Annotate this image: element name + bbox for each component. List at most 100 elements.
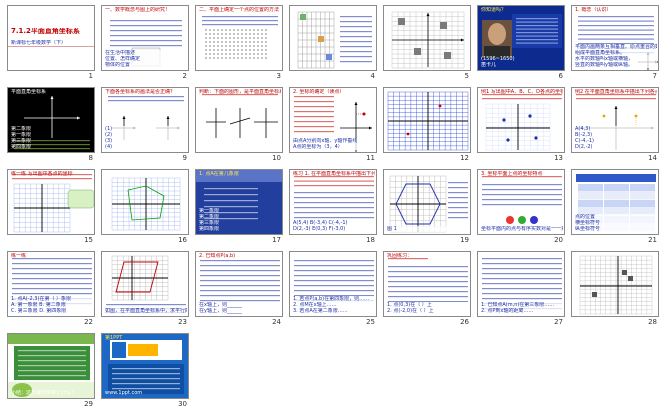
slide-title: 7.1.2平面直角坐标系 bbox=[11, 28, 80, 34]
slide-number: 23 bbox=[178, 318, 187, 326]
slide-thumbnail[interactable]: 如图，在平面直角坐标系中，求平行四边形的顶点坐标 bbox=[101, 251, 189, 317]
slide-thumbnail-cell[interactable]: 练一练 1. 点A(-2,3)在第（ ）象限 A. 第一象限 B. 第二象限 C. 第… bbox=[3, 249, 99, 327]
slide-title: 练一练 写出图中各点的坐标 bbox=[11, 171, 73, 177]
slide-title: 2. 坐标的确定（读点） bbox=[293, 89, 345, 95]
slide-number: 18 bbox=[366, 236, 375, 244]
slide-thumbnail-cell[interactable]: 12 bbox=[379, 85, 475, 163]
slide-thumbnail-cell[interactable]: 4 bbox=[285, 3, 381, 81]
slide-thumbnail[interactable]: 7.1.2平面直角坐标系 新课标七年级数学（下） bbox=[7, 5, 95, 71]
slide-thumbnail-cell[interactable]: 1. 若点P(a,b)在第四象限，则…… 2. 点M在x轴上…… 3. 若点A在第二… bbox=[285, 249, 381, 327]
slide-thumbnail-cell[interactable]: 二、平面上确定一个点的位置的方法 3 bbox=[191, 3, 287, 81]
slide-thumbnail-cell[interactable]: 图 1 19 bbox=[379, 167, 475, 245]
slide-thumbnail-cell[interactable]: 7.1.2平面直角坐标系 新课标七年级数学（下） 1 bbox=[3, 3, 99, 81]
slide-thumbnail-cell[interactable]: 1. 概念（认识）平面内画两条互相垂直、原点重合的数轴，组成平面直角坐标系。水平… bbox=[567, 3, 660, 81]
slide-thumbnail-cell[interactable]: 5 bbox=[379, 3, 475, 81]
slide-text-line: D(2,-3) E(0,3) F(-3,0) bbox=[293, 226, 375, 232]
slide-preview-graphic bbox=[8, 170, 94, 234]
slide-preview-graphic bbox=[387, 91, 469, 151]
slide-number: 14 bbox=[648, 154, 657, 162]
slide-text-line: 第四象限 bbox=[11, 144, 32, 150]
slide-thumbnail-cell[interactable]: 例2 在平面直角坐标系中描出下列各点 A(4,3) B(-2,3) C(-4,-1) D… bbox=[567, 85, 660, 163]
slide-thumbnail-cell[interactable]: 如图，在平面直角坐标系中，求平行四边形的顶点坐标 23 bbox=[97, 249, 193, 327]
slide-thumbnail[interactable]: 例2 在平面直角坐标系中描出下列各点 A(4,3) B(-2,3) C(-4,-1) D… bbox=[571, 87, 659, 153]
slide-number: 7 bbox=[652, 72, 657, 80]
slide-thumbnail[interactable]: 练一练 1. 点A(-2,3)在第（ ）象限 A. 第一象限 B. 第二象限 C. 第… bbox=[7, 251, 95, 317]
slide-thumbnail[interactable]: 平面直角坐标系 第二象限 第一象限 第三象限 第四象限 bbox=[7, 87, 95, 153]
slide-title: 3. 坐标平面上点的坐标特点 bbox=[481, 171, 543, 177]
slide-text-line: 纵坐标符号 bbox=[575, 226, 657, 232]
slide-text-line: 图 1 bbox=[387, 226, 469, 232]
slide-thumbnail[interactable]: 1. 点A在第几象限 第一象限 第二象限 第三象限 第四象限 bbox=[195, 169, 283, 235]
slide-thumbnail[interactable] bbox=[383, 5, 471, 71]
slide-title: 你知道吗？ bbox=[481, 7, 507, 13]
slide-thumbnail[interactable]: 你知道吗？ (1596~1650) 笛卡儿 bbox=[477, 5, 565, 71]
slide-text-line: A点的坐标为（3，4） bbox=[293, 144, 375, 150]
slide-thumbnail-cell[interactable]: 28 bbox=[567, 249, 660, 327]
slide-number: 25 bbox=[366, 318, 375, 326]
slide-title: 2. 已知点P(a,b) bbox=[199, 253, 236, 259]
slide-thumbnail[interactable]: 图 1 bbox=[383, 169, 471, 235]
slide-thumbnail-cell[interactable]: 巩固练习： 1. 点(0,3)在（ ）上 2. 点(-2,0)在（ ）上 26 bbox=[379, 249, 475, 327]
slide-thumbnail-cell[interactable]: 第1PPT www.1ppt.com 30 bbox=[97, 331, 193, 409]
slide-title: 练一练 bbox=[11, 253, 27, 259]
slide-thumbnail[interactable] bbox=[571, 251, 659, 317]
slide-thumbnail-cell[interactable]: 下面各坐标系的画法是否正确？ (1) (2) (3) (4) 9 bbox=[97, 85, 193, 163]
slide-thumbnail[interactable]: 2. 已知点P(a,b) 在x轴上，则______ 在y轴上，则______ bbox=[195, 251, 283, 317]
slide-title: 1. 点A在第几象限 bbox=[199, 171, 239, 177]
slide-thumbnail-cell[interactable]: 判断：下面的图形，是平面直角坐标系的是（ ） 10 bbox=[191, 85, 287, 163]
slide-thumbnail[interactable]: 下面各坐标系的画法是否正确？ (1) (2) (3) (4) bbox=[101, 87, 189, 153]
slide-thumbnail[interactable]: 第1PPT www.1ppt.com bbox=[101, 333, 189, 399]
slide-thumbnail-cell[interactable]: 2. 已知点P(a,b) 在x轴上，则______ 在y轴上，则______ 24 bbox=[191, 249, 287, 327]
slide-thumbnail-cell[interactable]: 16 bbox=[97, 167, 193, 245]
slide-thumbnail[interactable]: 小结：这节课你学到了什么？ bbox=[7, 333, 95, 399]
slide-thumbnail-cell[interactable]: 点的位置 横坐标符号 纵坐标符号 21 bbox=[567, 167, 660, 245]
slide-preview-graphic bbox=[8, 6, 94, 70]
slide-thumbnail-cell[interactable]: 1. 点A在第几象限 第一象限 第二象限 第三象限 第四象限 17 bbox=[191, 167, 287, 245]
slide-text-line: 2. 点(-2,0)在（ ）上 bbox=[387, 308, 469, 314]
slide-number: 6 bbox=[558, 72, 563, 80]
slide-thumbnail-cell[interactable]: 一、数学概念与图上的研究！ 在生活中描述 位置、怎样确定 物体的位置 2 bbox=[97, 3, 193, 81]
slide-title: 巩固练习： bbox=[387, 253, 413, 259]
slide-thumbnail[interactable]: 点的位置 横坐标符号 纵坐标符号 bbox=[571, 169, 659, 235]
slide-thumbnail[interactable]: 3. 坐标平面上点的坐标特点坐标平面内的点与有序实数对是一一对应的 bbox=[477, 169, 565, 235]
slide-thumbnail[interactable]: 1. 若点P(a,b)在第四象限，则…… 2. 点M在x轴上…… 3. 若点A在第二… bbox=[289, 251, 377, 317]
slide-thumbnail-cell[interactable]: 平面直角坐标系 第二象限 第一象限 第三象限 第四象限 8 bbox=[3, 85, 99, 163]
slide-text-line: 如图，在平面直角坐标系中，求平行四边形的顶点坐标 bbox=[105, 308, 187, 314]
slide-text-line: C. 第三象限 D. 第四象限 bbox=[11, 308, 93, 314]
slide-thumbnail[interactable]: 例1 写出图中A、B、C、D各点的坐标 bbox=[477, 87, 565, 153]
slide-title: 第1PPT bbox=[105, 335, 123, 341]
slide-thumbnail[interactable] bbox=[101, 169, 189, 235]
slide-thumbnail[interactable]: 1. 已知点A(m,n)在第三象限…… 2. 点P到x轴的距离…… bbox=[477, 251, 565, 317]
slide-thumbnail-cell[interactable]: 3. 坐标平面上点的坐标特点坐标平面内的点与有序实数对是一一对应的20 bbox=[473, 167, 569, 245]
slide-thumbnail-cell[interactable]: 小结：这节课你学到了什么？ 29 bbox=[3, 331, 99, 409]
slide-title: 二、平面上确定一个点的位置的方法 bbox=[199, 7, 280, 13]
slide-text-line: 小结：这节课你学到了什么？ bbox=[11, 390, 77, 396]
slide-thumbnail[interactable] bbox=[289, 5, 377, 71]
slide-text-line: 在y轴上，则______ bbox=[199, 308, 281, 314]
slide-preview-graphic bbox=[572, 252, 658, 316]
slide-thumbnail[interactable] bbox=[383, 87, 471, 153]
slide-thumbnail-cell[interactable]: 你知道吗？ (1596~1650) 笛卡儿 6 bbox=[473, 3, 569, 81]
slide-thumbnail[interactable]: 2. 坐标的确定（读点） 由点A分别向x轴、y轴作垂线 A点的坐标为（3，4） bbox=[289, 87, 377, 153]
slide-thumbnail[interactable]: 1. 概念（认识）平面内画两条互相垂直、原点重合的数轴，组成平面直角坐标系。水平… bbox=[571, 5, 659, 71]
slide-thumbnail-cell[interactable]: 例1 写出图中A、B、C、D各点的坐标 13 bbox=[473, 85, 569, 163]
slide-number: 5 bbox=[464, 72, 469, 80]
slide-thumbnail[interactable]: 练一练 写出图中各点的坐标 bbox=[7, 169, 95, 235]
slide-thumbnail-cell[interactable]: 2. 坐标的确定（读点） 由点A分别向x轴、y轴作垂线 A点的坐标为（3，4） 11 bbox=[285, 85, 381, 163]
slide-number: 12 bbox=[460, 154, 469, 162]
slide-thumbnail[interactable]: 一、数学概念与图上的研究！ 在生活中描述 位置、怎样确定 物体的位置 bbox=[101, 5, 189, 71]
slide-title: 平面直角坐标系 bbox=[11, 89, 47, 95]
slide-text-line: (4) bbox=[105, 144, 187, 150]
slide-text-line: 物体的位置 bbox=[105, 62, 187, 68]
slide-thumbnail-cell[interactable]: 练习 1. 在平面直角坐标系中描出下列各点A(5,4) B(-3,4) C(-4… bbox=[285, 167, 381, 245]
slide-thumbnail[interactable]: 二、平面上确定一个点的位置的方法 bbox=[195, 5, 283, 71]
slide-number: 20 bbox=[554, 236, 563, 244]
slide-title: 1. 概念（认识） bbox=[575, 7, 612, 13]
slide-thumbnail-cell[interactable]: 1. 已知点A(m,n)在第三象限…… 2. 点P到x轴的距离…… 27 bbox=[473, 249, 569, 327]
slide-number: 1 bbox=[88, 72, 93, 80]
slide-thumbnail[interactable]: 判断：下面的图形，是平面直角坐标系的是（ ） bbox=[195, 87, 283, 153]
slide-thumbnail[interactable]: 练习 1. 在平面直角坐标系中描出下列各点A(5,4) B(-3,4) C(-4… bbox=[289, 169, 377, 235]
slide-text-line: 竖直的数轴叫y轴或纵轴。 bbox=[575, 62, 657, 68]
slide-thumbnail-cell[interactable]: 练一练 写出图中各点的坐标 15 bbox=[3, 167, 99, 245]
slide-thumbnail[interactable]: 巩固练习： 1. 点(0,3)在（ ）上 2. 点(-2,0)在（ ）上 bbox=[383, 251, 471, 317]
